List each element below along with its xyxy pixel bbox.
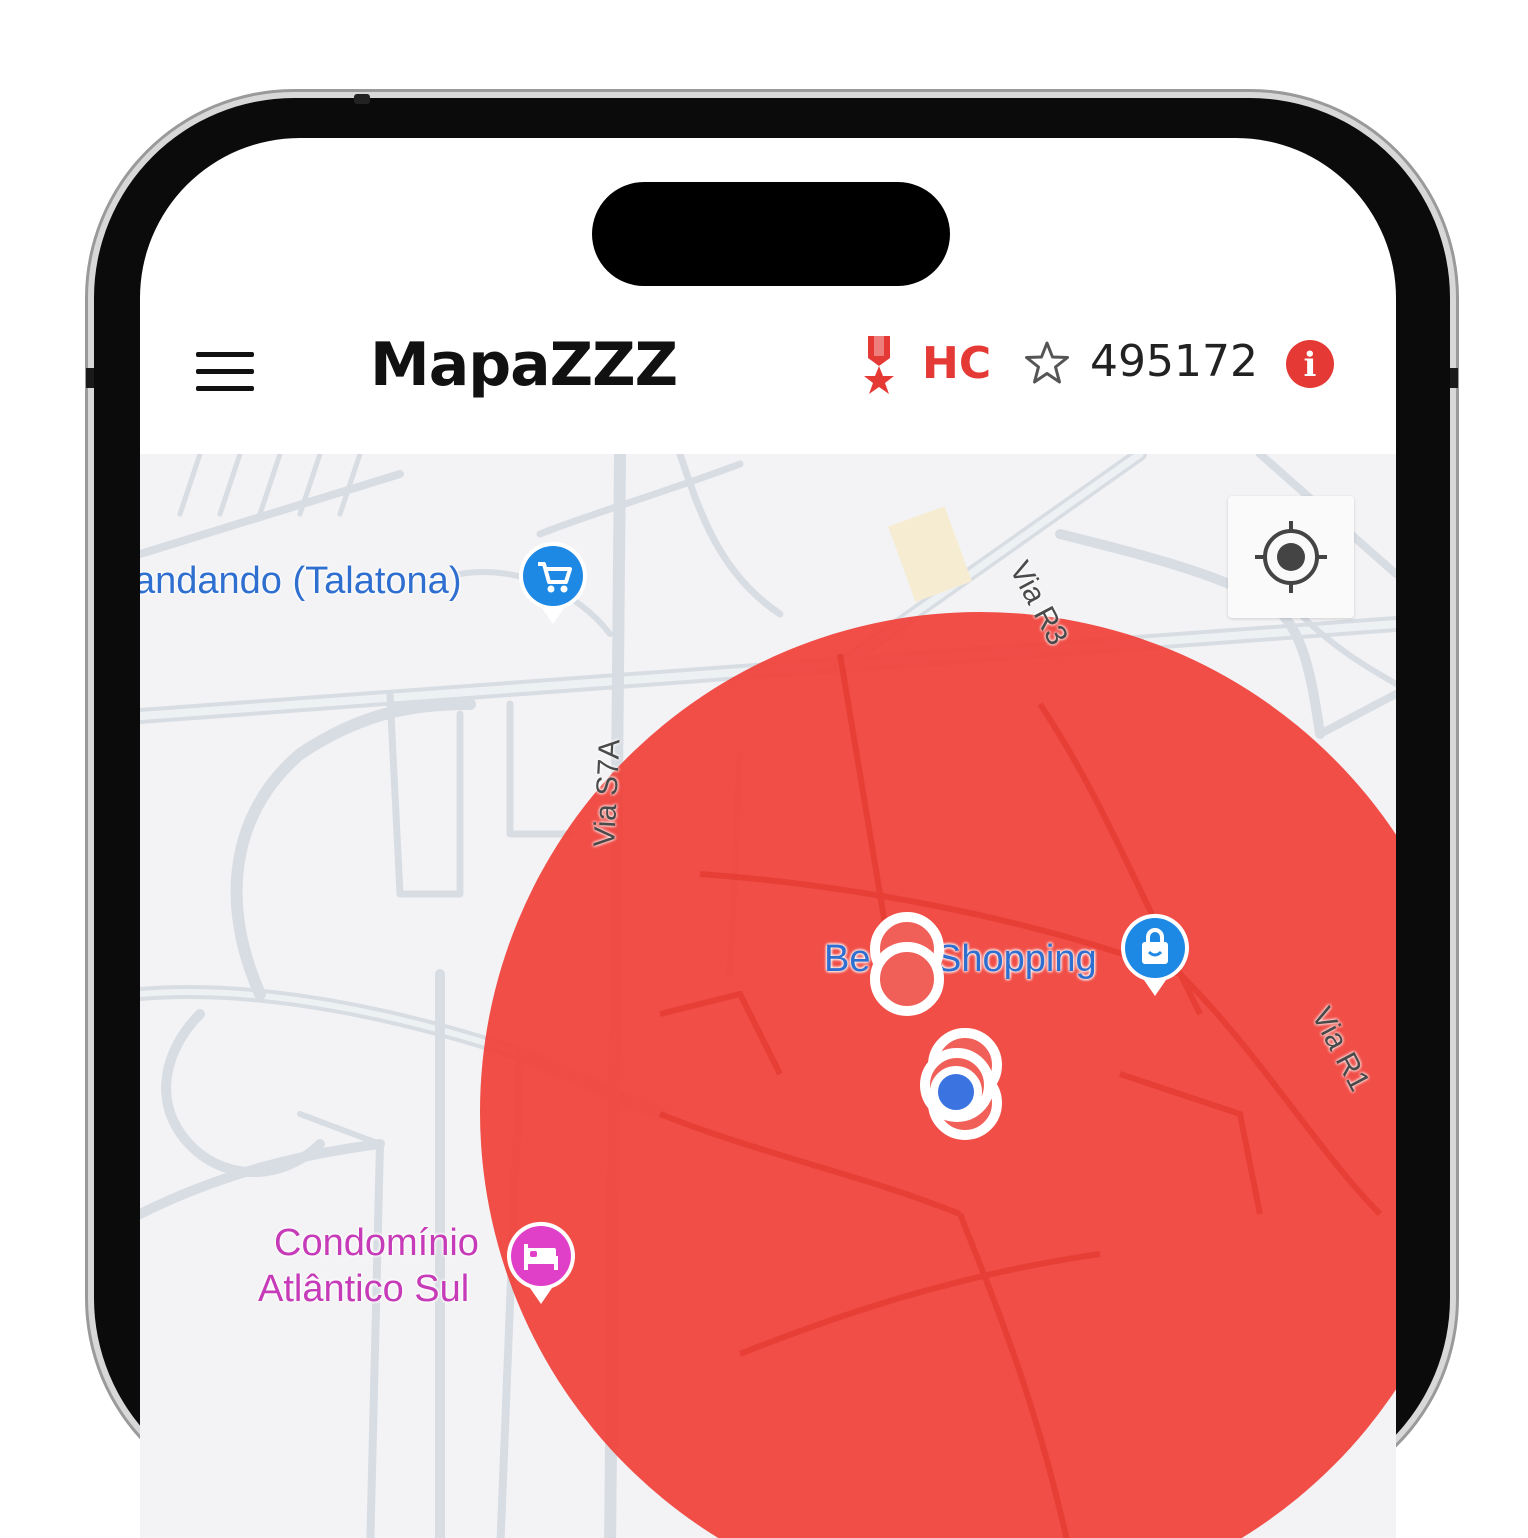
dynamic-island: [592, 182, 950, 286]
points-count: 495172: [1090, 336, 1258, 387]
user-location-dot: [930, 1066, 982, 1118]
hotel-bed-icon: [507, 1221, 575, 1304]
map-view[interactable]: andando (Talatona) Be Shopping Condomíni…: [140, 454, 1396, 1538]
poi-pin-condominio[interactable]: [504, 1220, 578, 1306]
info-button[interactable]: i: [1286, 340, 1334, 388]
street-label-via-s7a: Via S7A: [588, 738, 627, 848]
app-title: MapaZZZ: [370, 330, 678, 400]
poi-label-shopping-left[interactable]: Be: [824, 938, 870, 981]
phone-side-button-left: [86, 368, 94, 388]
poi-pin-shopping[interactable]: [1118, 912, 1192, 998]
star-outline-icon: [1025, 341, 1069, 384]
menu-button[interactable]: [194, 346, 256, 396]
zone-road-overlay: [658, 653, 1383, 1538]
poi-label-condominio-line1[interactable]: Condomínio: [274, 1222, 479, 1265]
zone-marker[interactable]: [870, 942, 944, 1016]
hamburger-menu-icon-bar: [196, 369, 254, 374]
hamburger-menu-icon-bar: [196, 386, 254, 391]
shopping-cart-icon: [519, 541, 587, 624]
phone-antenna-line: [354, 94, 370, 104]
my-location-icon: [1255, 521, 1327, 593]
poi-label-shopping-right[interactable]: Shopping: [936, 938, 1097, 981]
poi-pin-talatona[interactable]: [516, 540, 590, 626]
phone-screen: MapaZZZ HC 495172 i andando (Talatona) B…: [140, 138, 1396, 1538]
app-bar: MapaZZZ HC 495172 i: [140, 314, 1396, 454]
locate-me-button[interactable]: [1228, 496, 1354, 618]
poi-label-condominio-line2[interactable]: Atlântico Sul: [258, 1268, 469, 1311]
shopping-bag-icon: [1121, 913, 1189, 996]
info-icon: i: [1303, 345, 1317, 385]
rank-badge: HC: [922, 338, 992, 389]
poi-label-talatona[interactable]: andando (Talatona): [140, 560, 461, 603]
phone-side-button-right: [1450, 368, 1458, 388]
hamburger-menu-icon: [196, 352, 254, 357]
medal-icon: [864, 336, 894, 394]
